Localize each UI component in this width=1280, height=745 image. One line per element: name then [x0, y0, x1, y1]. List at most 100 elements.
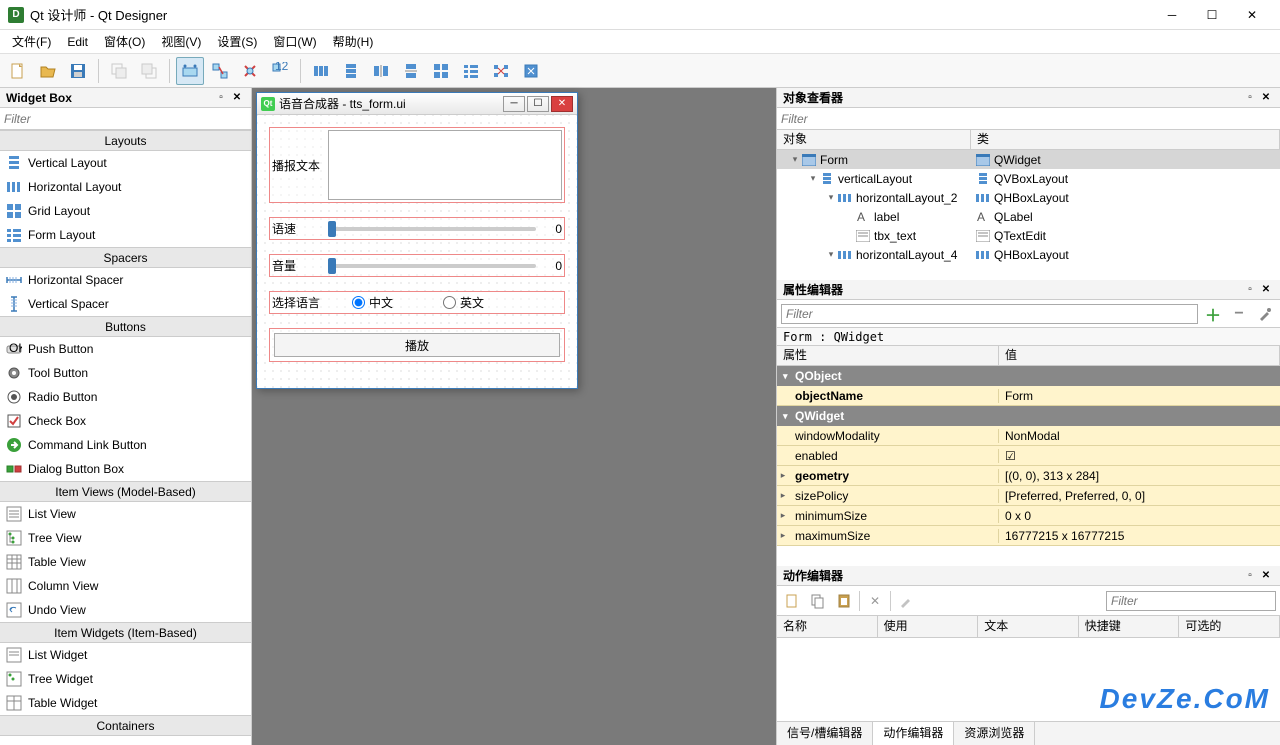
menu-windows[interactable]: 窗口(W): [265, 31, 324, 53]
widgetbox-cat-containers[interactable]: Containers: [0, 715, 251, 736]
object-header-class[interactable]: 类: [971, 130, 1280, 149]
widget-grid-layout[interactable]: Grid Layout: [0, 199, 251, 223]
widget-list-widget[interactable]: List Widget: [0, 643, 251, 667]
close-button[interactable]: ✕: [1232, 1, 1272, 29]
radio-chinese[interactable]: 中文: [352, 294, 393, 311]
widgetbox-cat-buttons[interactable]: Buttons: [0, 316, 251, 337]
tree-row[interactable]: AlabelAQLabel: [777, 207, 1280, 226]
tab-signal-slot[interactable]: 信号/槽编辑器: [777, 722, 873, 745]
bring-front-button[interactable]: [135, 57, 163, 85]
dock-close-button[interactable]: ✕: [229, 90, 245, 106]
design-canvas[interactable]: Qt 语音合成器 - tts_form.ui ─ ☐ ✕ 播报文本 语速 0 音…: [252, 88, 776, 745]
widgetbox-cat-spacers[interactable]: Spacers: [0, 247, 251, 268]
menu-form[interactable]: 窗体(O): [96, 31, 153, 53]
form-maximize[interactable]: ☐: [527, 96, 549, 112]
remove-property-button[interactable]: −: [1228, 303, 1250, 325]
edit-tab-order-button[interactable]: 123: [266, 57, 294, 85]
layout-v-button[interactable]: [337, 57, 365, 85]
prop-header-property[interactable]: 属性: [777, 346, 999, 365]
widget-column-view[interactable]: Column View: [0, 574, 251, 598]
action-header-checkable[interactable]: 可选的: [1179, 616, 1280, 637]
object-header-object[interactable]: 对象: [777, 130, 971, 149]
menu-edit[interactable]: Edit: [59, 31, 96, 53]
prop-header-value[interactable]: 值: [999, 346, 1280, 365]
tree-row[interactable]: ▾FormQWidget: [777, 150, 1280, 169]
form-row-volume[interactable]: 音量 0: [269, 254, 565, 277]
tab-action-editor[interactable]: 动作编辑器: [873, 722, 954, 745]
widget-tree-widget[interactable]: Tree Widget: [0, 667, 251, 691]
widget-push-button[interactable]: OKPush Button: [0, 337, 251, 361]
tree-row[interactable]: ▾verticalLayoutQVBoxLayout: [777, 169, 1280, 188]
paste-action-button[interactable]: [833, 590, 855, 612]
widget-vertical-spacer[interactable]: Vertical Spacer: [0, 292, 251, 316]
layout-hsplit-button[interactable]: [367, 57, 395, 85]
send-back-button[interactable]: [105, 57, 133, 85]
minimize-button[interactable]: ─: [1152, 1, 1192, 29]
widgetbox-cat-layouts[interactable]: Layouts: [0, 130, 251, 151]
widgetbox-cat-itemwidgets[interactable]: Item Widgets (Item-Based): [0, 622, 251, 643]
layout-form-button[interactable]: [457, 57, 485, 85]
property-list[interactable]: ▾QObjectobjectNameForm▾QWidgetwindowModa…: [777, 366, 1280, 566]
tree-row[interactable]: ▾horizontalLayout_4QHBoxLayout: [777, 245, 1280, 264]
layout-grid-button[interactable]: [427, 57, 455, 85]
form-row-speed[interactable]: 语速 0: [269, 217, 565, 240]
tab-resource-browser[interactable]: 资源浏览器: [954, 722, 1035, 745]
form-row-language[interactable]: 选择语言 中文 英文: [269, 291, 565, 314]
layout-h-button[interactable]: [307, 57, 335, 85]
menu-settings[interactable]: 设置(S): [209, 31, 265, 53]
tree-row[interactable]: ▾horizontalLayout_2QHBoxLayout: [777, 188, 1280, 207]
action-header-name[interactable]: 名称: [777, 616, 878, 637]
property-row[interactable]: ▸sizePolicy[Preferred, Preferred, 0, 0]: [777, 486, 1280, 506]
property-row[interactable]: ▸geometry[(0, 0), 313 x 284]: [777, 466, 1280, 486]
widget-tree-view[interactable]: Tree View: [0, 526, 251, 550]
form-row-text[interactable]: 播报文本: [269, 127, 565, 203]
dock-float-button[interactable]: ▫: [1242, 90, 1258, 106]
edit-widgets-button[interactable]: [176, 57, 204, 85]
property-row[interactable]: enabled☑: [777, 446, 1280, 466]
property-config-button[interactable]: [1254, 303, 1276, 325]
property-filter[interactable]: [781, 304, 1198, 324]
widget-tool-button[interactable]: Tool Button: [0, 361, 251, 385]
dock-close-button[interactable]: ✕: [1258, 282, 1274, 298]
widget-horizontal-layout[interactable]: Horizontal Layout: [0, 175, 251, 199]
break-layout-button[interactable]: [487, 57, 515, 85]
property-group[interactable]: ▾QObject: [777, 366, 1280, 386]
copy-action-button[interactable]: [807, 590, 829, 612]
action-header-shortcut[interactable]: 快捷键: [1079, 616, 1180, 637]
add-property-button[interactable]: ＋: [1202, 303, 1224, 325]
open-button[interactable]: [34, 57, 62, 85]
widget-horizontal-spacer[interactable]: Horizontal Spacer: [0, 268, 251, 292]
action-filter[interactable]: [1106, 591, 1276, 611]
form-row-play[interactable]: 播放: [269, 328, 565, 362]
widget-table-widget[interactable]: Table Widget: [0, 691, 251, 715]
dock-float-button[interactable]: ▫: [213, 90, 229, 106]
property-group[interactable]: ▾QWidget: [777, 406, 1280, 426]
maximize-button[interactable]: ☐: [1192, 1, 1232, 29]
widget-undo-view[interactable]: Undo View: [0, 598, 251, 622]
menu-file[interactable]: 文件(F): [4, 31, 59, 53]
delete-action-button[interactable]: ✕: [864, 590, 886, 612]
volume-slider[interactable]: [328, 264, 536, 268]
edit-buddies-button[interactable]: [236, 57, 264, 85]
edit-signals-button[interactable]: [206, 57, 234, 85]
play-button[interactable]: 播放: [274, 333, 560, 357]
form-window[interactable]: Qt 语音合成器 - tts_form.ui ─ ☐ ✕ 播报文本 语速 0 音…: [256, 92, 578, 389]
widgetbox-cat-itemviews[interactable]: Item Views (Model-Based): [0, 481, 251, 502]
property-row[interactable]: windowModalityNonModal: [777, 426, 1280, 446]
widget-dialog-button-box[interactable]: Dialog Button Box: [0, 457, 251, 481]
widget-vertical-layout[interactable]: Vertical Layout: [0, 151, 251, 175]
layout-vsplit-button[interactable]: [397, 57, 425, 85]
widget-table-view[interactable]: Table View: [0, 550, 251, 574]
action-list[interactable]: [777, 638, 1280, 721]
form-minimize[interactable]: ─: [503, 96, 525, 112]
configure-action-button[interactable]: [895, 590, 917, 612]
action-header-use[interactable]: 使用: [878, 616, 979, 637]
widget-form-layout[interactable]: Form Layout: [0, 223, 251, 247]
widget-list-view[interactable]: List View: [0, 502, 251, 526]
tbx-text[interactable]: [328, 130, 562, 200]
widget-radio-button[interactable]: Radio Button: [0, 385, 251, 409]
menu-view[interactable]: 视图(V): [153, 31, 209, 53]
new-action-button[interactable]: [781, 590, 803, 612]
dock-close-button[interactable]: ✕: [1258, 90, 1274, 106]
tree-row[interactable]: tbx_textQTextEdit: [777, 226, 1280, 245]
